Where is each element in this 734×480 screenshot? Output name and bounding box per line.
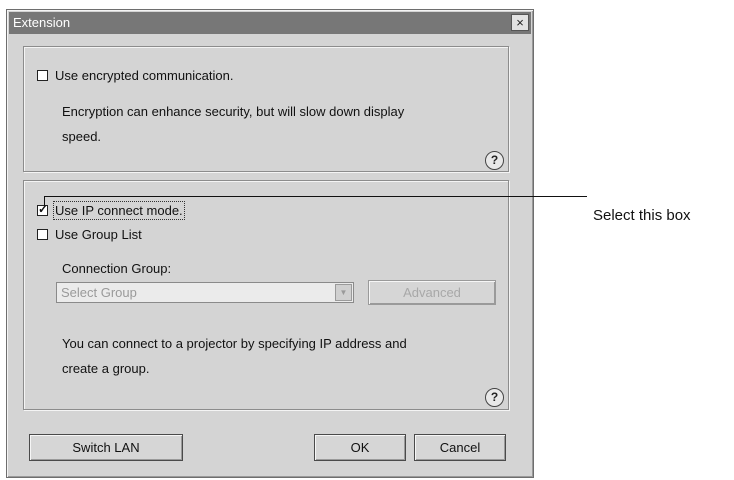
encryption-description-line2: speed. — [62, 129, 102, 144]
title-bar: Extension × — [9, 12, 531, 34]
close-icon[interactable]: × — [511, 14, 529, 31]
callout-leader-horizontal — [44, 196, 587, 197]
ok-button[interactable]: OK — [314, 434, 406, 461]
chevron-down-icon[interactable]: ▼ — [335, 284, 352, 301]
group-list-checkbox[interactable] — [37, 229, 48, 240]
connection-description-line1: You can connect to a projector by specif… — [62, 336, 407, 351]
encryption-description-line1: Encryption can enhance security, but wil… — [62, 104, 405, 119]
encryption-help-icon[interactable]: ? — [485, 151, 504, 170]
connection-help-icon[interactable]: ? — [485, 388, 504, 407]
callout-leader-vertical — [44, 196, 45, 207]
ip-connect-checkbox[interactable] — [37, 202, 48, 216]
ip-connect-option[interactable]: Use IP connect mode. — [37, 201, 185, 220]
connection-description-line2: create a group. — [62, 361, 150, 376]
connection-group-label: Connection Group: — [62, 261, 172, 276]
encryption-checkbox[interactable] — [37, 70, 48, 81]
encryption-checkbox-label: Use encrypted communication. — [55, 68, 234, 83]
cancel-button[interactable]: Cancel — [414, 434, 506, 461]
window-title: Extension — [13, 15, 71, 30]
connection-group-select-value: Select Group — [61, 285, 137, 300]
callout-label: Select this box — [593, 207, 691, 224]
advanced-button[interactable]: Advanced — [368, 280, 496, 305]
encryption-option[interactable]: Use encrypted communication. — [37, 68, 233, 83]
connection-group-select[interactable]: Select Group ▼ — [56, 282, 354, 303]
group-list-checkbox-label: Use Group List — [55, 227, 142, 242]
switch-lan-button[interactable]: Switch LAN — [29, 434, 183, 461]
ip-connect-checkbox-label: Use IP connect mode. — [53, 201, 185, 220]
group-list-option[interactable]: Use Group List — [37, 227, 142, 242]
